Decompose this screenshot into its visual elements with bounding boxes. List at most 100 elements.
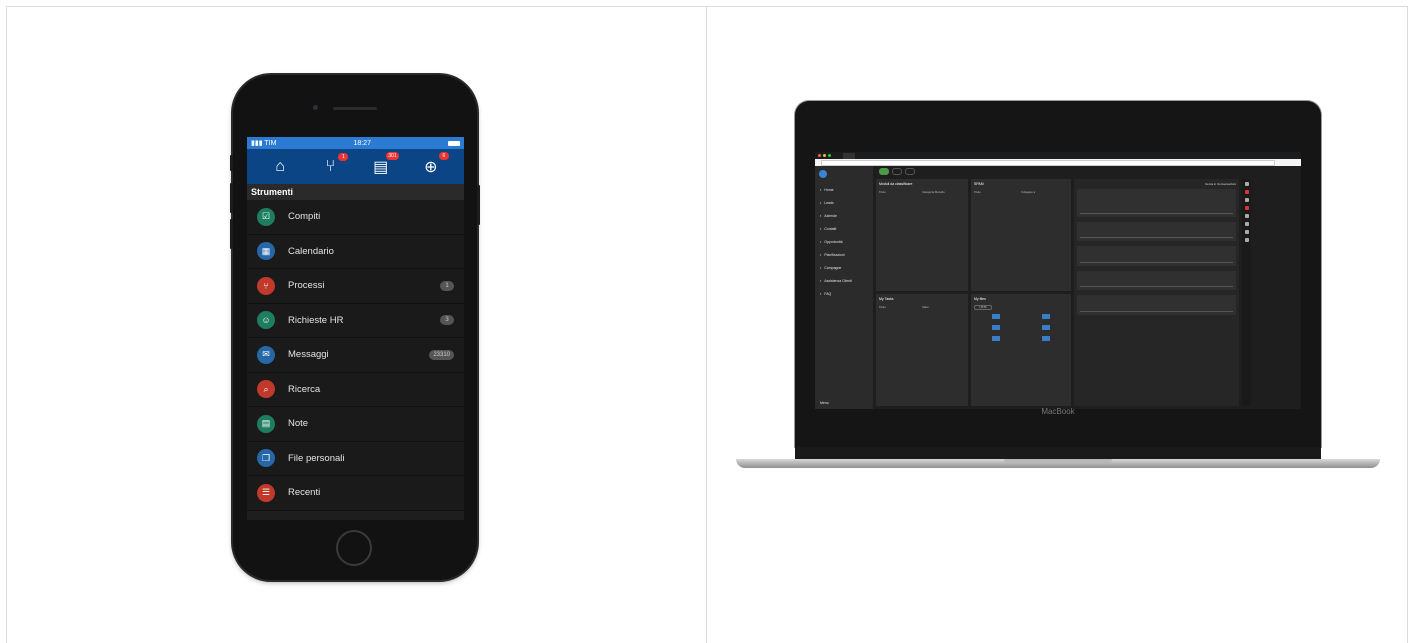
phone-home-button[interactable] <box>336 530 372 566</box>
phone-volume-down <box>230 219 233 249</box>
menu-item[interactable]: ❐ File personali <box>247 441 464 476</box>
menu-item-label: File personali <box>288 452 345 464</box>
feed-post[interactable] <box>1077 295 1236 315</box>
table-row[interactable] <box>974 197 1068 205</box>
files-list-button[interactable]: LISTA <box>974 305 992 310</box>
menu-item[interactable]: ▦ Calendario <box>247 234 464 269</box>
menu-item-label: Messaggi <box>288 349 329 361</box>
sidebar-item[interactable]: ▪ FAQ <box>815 287 873 300</box>
sidebar-item-label: Leads <box>824 200 834 205</box>
toolbar-button-secondary[interactable] <box>892 167 902 175</box>
table-row[interactable] <box>879 336 965 344</box>
dashboard-column-middle: SPAM Titolo Collegato a My files LISTA <box>971 179 1071 406</box>
toolbar-button-tertiary[interactable] <box>905 167 915 175</box>
sidebar-item-label: FAQ <box>824 291 832 296</box>
status-bar: ▮▮▮ TIM 18:27 <box>247 137 464 149</box>
folder-icon[interactable] <box>974 336 1018 342</box>
files-grid <box>974 314 1068 342</box>
folder-icon[interactable] <box>974 314 1018 320</box>
menu-item-label: Compiti <box>288 211 321 223</box>
messages-nav-icon[interactable]: ▤ 301 <box>369 151 399 177</box>
sidebar-item-label: Home <box>824 187 834 192</box>
feed-post[interactable] <box>1077 246 1236 266</box>
sidebar-item[interactable]: ▪ Contatti <box>815 222 873 235</box>
phone-screen: ▮▮▮ TIM 18:27 ⌂ ⑂ 1 ▤ 301 ⊕ 6 Strumenti ☑ Co… <box>247 137 464 520</box>
table-row[interactable] <box>974 221 1068 229</box>
phone-mockup: ▮▮▮ TIM 18:27 ⌂ ⑂ 1 ▤ 301 ⊕ 6 Strumenti ☑ Co… <box>230 75 480 580</box>
processes-badge: 1 <box>338 152 349 161</box>
home-icon[interactable]: ⌂ <box>268 158 292 176</box>
sidebar-item-icon: ▪ <box>820 187 822 192</box>
sidebar-nav: ▪ Home ▪ Leads ▪ Aziende ▪ Contatti ▪ Opportunità… <box>815 183 873 300</box>
feed-post[interactable] <box>1077 189 1236 217</box>
menu-item-label: Recenti <box>288 487 321 499</box>
table-row[interactable] <box>879 213 965 221</box>
menu-item[interactable]: ✉ Messaggi 23310 <box>247 338 464 373</box>
card-spam-header: Titolo Collegato a <box>974 190 1068 194</box>
table-row[interactable] <box>879 197 965 205</box>
calendar-icon[interactable] <box>1244 198 1249 202</box>
processes-nav-icon[interactable]: ⑂ 1 <box>318 152 349 176</box>
table-row[interactable] <box>879 221 965 229</box>
globe-icon[interactable]: ⊕ 6 <box>419 151 449 177</box>
sidebar-item-icon: ▪ <box>820 252 822 257</box>
card-spam-col-linked: Collegato a <box>1021 190 1036 194</box>
sidebar-item[interactable]: ▪ Leads <box>815 196 873 209</box>
star-icon[interactable] <box>1244 230 1249 234</box>
feed-search[interactable]: Cerca in Conversazioni <box>1077 182 1236 186</box>
sidebar-item[interactable]: ▪ Campagne <box>815 261 873 274</box>
document-icon[interactable] <box>1244 238 1249 242</box>
menu-item-label: Processi <box>288 280 325 292</box>
menu-item[interactable]: ⌕ Ricerca <box>247 372 464 407</box>
close-window-dot[interactable] <box>818 154 821 157</box>
table-row[interactable] <box>974 205 1068 213</box>
sidebar-item[interactable]: ▪ Aziende <box>815 209 873 222</box>
toolbar-button-primary[interactable] <box>879 167 889 175</box>
panel-divider <box>706 6 707 643</box>
process-icon: ⑂ <box>257 276 275 295</box>
table-row[interactable] <box>879 320 965 328</box>
folder-icon[interactable] <box>1024 314 1068 320</box>
notification-icon[interactable] <box>1244 190 1249 194</box>
feed-post[interactable] <box>1077 221 1236 241</box>
sidebar-item[interactable]: ▪ Assistenza Clienti <box>815 274 873 287</box>
messages-badge: 301 <box>386 151 399 160</box>
feed-post[interactable] <box>1077 270 1236 290</box>
table-row[interactable] <box>974 213 1068 221</box>
maximize-window-dot[interactable] <box>828 154 831 157</box>
minimize-window-dot[interactable] <box>823 154 826 157</box>
menu-item[interactable]: ☰ Recenti <box>247 476 464 511</box>
url-field[interactable] <box>821 159 1275 166</box>
browser-tab[interactable] <box>843 152 855 159</box>
checklist-icon: ☑ <box>257 207 275 226</box>
sidebar-item-label: Pianificazioni <box>824 252 845 257</box>
card-moduli-header: Titolo Categoria Modello <box>879 190 965 194</box>
folder-icon[interactable] <box>1024 325 1068 331</box>
menu-item[interactable]: ⑂ Processi 1 <box>247 269 464 304</box>
chart-icon[interactable] <box>1244 222 1249 226</box>
sidebar-item[interactable]: ▪ Opportunità <box>815 235 873 248</box>
table-row[interactable] <box>879 205 965 213</box>
folder-icon[interactable] <box>1024 336 1068 342</box>
section-title: Strumenti <box>247 184 464 200</box>
menu-item[interactable]: ☑ Compiti <box>247 200 464 235</box>
sidebar-item[interactable]: ▪ Pianificazioni <box>815 248 873 261</box>
menu-item[interactable]: ▤ Note <box>247 407 464 442</box>
status-time: 18:27 <box>353 139 371 147</box>
sidebar-item-icon: ▪ <box>820 226 822 231</box>
sidebar-item[interactable]: ▪ Home <box>815 183 873 196</box>
settings-icon[interactable] <box>1244 214 1249 218</box>
menu-item-count: 23310 <box>429 349 454 360</box>
menu-item[interactable]: ☺ Richieste HR 3 <box>247 303 464 338</box>
sidebar-item-icon: ▪ <box>820 291 822 296</box>
sidebar-item-label: Contatti <box>824 226 837 231</box>
table-row[interactable] <box>879 328 965 336</box>
card-tasks-col-status: Stato <box>922 305 929 309</box>
table-row[interactable] <box>879 312 965 320</box>
alert-icon[interactable] <box>1244 206 1249 210</box>
sidebar-menu-toggle[interactable]: Menu <box>820 401 829 405</box>
list-icon: ☰ <box>257 483 275 502</box>
search-icon[interactable] <box>1244 182 1249 186</box>
folder-icon[interactable] <box>974 325 1018 331</box>
phone-mute-switch <box>230 155 233 171</box>
